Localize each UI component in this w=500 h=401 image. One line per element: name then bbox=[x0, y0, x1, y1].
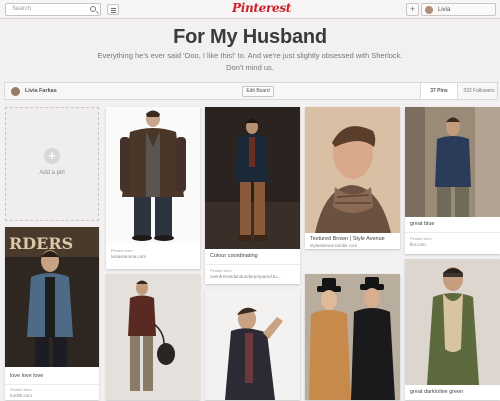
pin-card[interactable]: Colour coordinating Pinned from overdres… bbox=[205, 107, 300, 284]
owner-name[interactable]: Livia Farkas bbox=[25, 88, 57, 94]
search-input[interactable]: Search bbox=[5, 3, 101, 16]
pin-source-link[interactable]: luisaviaroma.com bbox=[111, 254, 146, 259]
pin-source-link[interactable]: tumblr.com bbox=[10, 393, 32, 398]
pin-source-link[interactable]: fim.com bbox=[410, 242, 426, 247]
pin-card[interactable] bbox=[106, 274, 200, 400]
pin-card[interactable] bbox=[305, 274, 400, 400]
pinterest-logo[interactable]: Pinterest bbox=[232, 1, 291, 15]
board-description: Everything he's ever said 'Ooo, I like t… bbox=[97, 51, 403, 72]
top-navigation-bar: Search Pinterest + Livia bbox=[0, 0, 500, 19]
pin-image[interactable] bbox=[106, 107, 200, 243]
pin-caption: great blue bbox=[410, 221, 435, 227]
pin-image[interactable] bbox=[205, 289, 300, 400]
pin-card[interactable]: Pinned from luisaviaroma.com bbox=[106, 107, 200, 269]
pin-image[interactable] bbox=[205, 107, 300, 249]
plus-icon: + bbox=[44, 148, 60, 164]
edit-board-button[interactable]: Edit Board bbox=[242, 86, 274, 97]
pin-card[interactable] bbox=[205, 289, 300, 400]
owner-avatar[interactable] bbox=[11, 87, 20, 96]
pin-image[interactable] bbox=[405, 107, 500, 217]
pin-card[interactable]: great blue Pinned from fim.com bbox=[405, 107, 500, 254]
user-avatar bbox=[425, 6, 433, 14]
user-menu-button[interactable]: Livia bbox=[421, 3, 496, 16]
pin-card[interactable]: great dark/olive green bbox=[405, 259, 500, 400]
pinned-from-label: Pinned from bbox=[10, 387, 32, 392]
add-pin-label: Add a pin bbox=[39, 170, 65, 176]
pin-caption: love love love bbox=[10, 373, 44, 379]
add-button[interactable]: + bbox=[406, 3, 419, 16]
user-name: Livia bbox=[438, 7, 451, 13]
pin-source-link[interactable]: overdressedandunderprepared.tu... bbox=[210, 274, 281, 279]
categories-menu-icon[interactable] bbox=[107, 4, 119, 15]
followers-count-tab[interactable]: 332 Followers bbox=[461, 83, 497, 99]
pin-card[interactable]: RDERS love love love Pinned from tumblr.… bbox=[5, 227, 99, 400]
search-placeholder: Search bbox=[12, 6, 32, 12]
pin-caption: Textured Brown | Style Avenue bbox=[310, 236, 385, 242]
pin-image[interactable] bbox=[305, 107, 400, 233]
board-info-bar: Livia Farkas Edit Board 37 Pins 332 Foll… bbox=[4, 82, 498, 100]
pin-caption: great dark/olive green bbox=[410, 389, 464, 395]
board-title: For My Husband bbox=[173, 26, 327, 48]
pin-image[interactable]: RDERS bbox=[5, 227, 99, 367]
pin-image[interactable] bbox=[305, 274, 400, 400]
pin-caption: Colour coordinating bbox=[210, 253, 258, 259]
pin-source-link[interactable]: styleavenue.tumblr.com bbox=[310, 243, 357, 248]
pinned-from-label: Pinned from bbox=[111, 248, 133, 253]
pinned-from-label: Pinned from bbox=[210, 268, 232, 273]
pinned-from-label: Pinned from bbox=[410, 236, 432, 241]
pin-card[interactable]: Textured Brown | Style Avenue styleavenu… bbox=[305, 107, 400, 249]
pin-image[interactable] bbox=[106, 274, 200, 400]
pins-count-tab[interactable]: 37 Pins bbox=[420, 83, 458, 99]
pin-image[interactable] bbox=[405, 259, 500, 385]
add-pin-tile[interactable]: + Add a pin bbox=[5, 107, 99, 221]
search-icon[interactable] bbox=[90, 6, 96, 12]
svg-text:RDERS: RDERS bbox=[9, 234, 73, 253]
